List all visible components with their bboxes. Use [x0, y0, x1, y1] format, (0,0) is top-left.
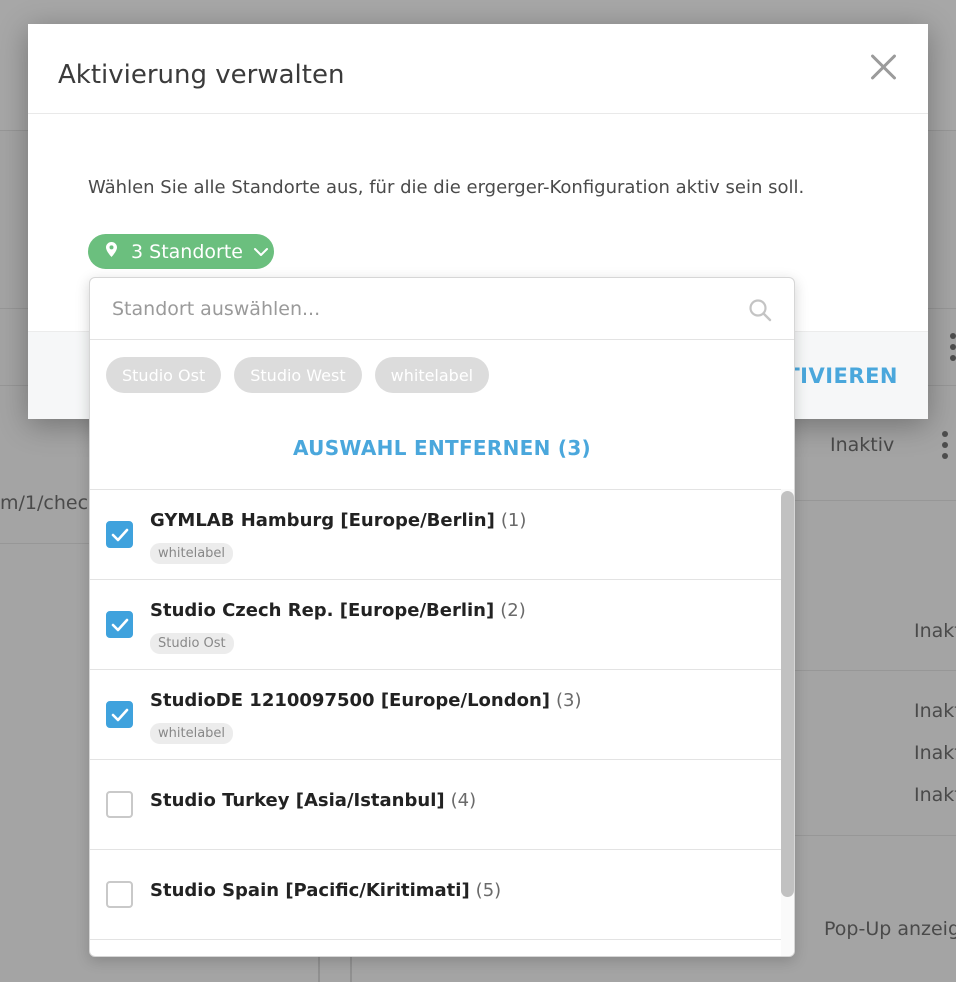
background-status: Inakt: [914, 620, 956, 642]
list-item[interactable]: GYMLAB Hamburg [Europe/Berlin] (1) whitel…: [90, 490, 781, 580]
item-label: Studio Spain [Pacific/Kiritimati] (5): [150, 880, 501, 901]
item-name: Studio Spain [Pacific/Kiritimati]: [150, 880, 470, 901]
checkbox-unchecked[interactable]: [106, 881, 133, 908]
modal-header: Aktivierung verwalten: [28, 24, 928, 114]
item-name: Studio Czech Rep. [Europe/Berlin]: [150, 600, 495, 621]
locations-button-label: 3 Standorte: [131, 240, 243, 263]
checkbox-checked[interactable]: [106, 521, 133, 548]
location-group-chips: Studio Ost Studio West whitelabel: [106, 357, 490, 393]
location-search-input[interactable]: [90, 278, 794, 340]
background-divider: [795, 670, 956, 671]
item-name: Studio Turkey [Asia/Istanbul]: [150, 790, 445, 811]
background-popup-label: Pop-Up anzeig: [824, 918, 956, 940]
item-label: GYMLAB Hamburg [Europe/Berlin] (1): [150, 510, 526, 531]
more-options-icon[interactable]: [950, 333, 956, 366]
chevron-down-icon: [253, 244, 269, 260]
item-name: GYMLAB Hamburg [Europe/Berlin]: [150, 510, 495, 531]
check-icon: [111, 618, 129, 632]
background-status: Inakt: [914, 742, 956, 764]
background-divider: [795, 500, 956, 501]
close-icon[interactable]: [868, 52, 898, 82]
item-number: (4): [450, 790, 477, 811]
remove-selection-button[interactable]: AUSWAHL ENTFERNEN (3): [90, 436, 794, 460]
background-divider: [350, 955, 352, 982]
map-pin-icon: [106, 241, 117, 257]
check-icon: [111, 708, 129, 722]
background-divider: [0, 543, 90, 544]
location-list: GYMLAB Hamburg [Europe/Berlin] (1) whitel…: [90, 489, 781, 956]
background-status: Inaktiv: [830, 434, 895, 456]
modal-title: Aktivierung verwalten: [58, 60, 345, 90]
chip-studio-west[interactable]: Studio West: [234, 357, 362, 393]
item-number: (5): [475, 880, 502, 901]
item-label: Studio Turkey [Asia/Istanbul] (4): [150, 790, 476, 811]
list-item[interactable]: Studio Turkey [Asia/Istanbul] (4): [90, 760, 781, 850]
chip-whitelabel[interactable]: whitelabel: [374, 357, 490, 393]
background-link-text: m/1/check: [0, 492, 100, 514]
background-divider: [318, 955, 320, 982]
item-tag: whitelabel: [150, 723, 234, 744]
list-item[interactable]: Studio Spain [Pacific/Kiritimati] (5): [90, 850, 781, 940]
search-icon: [748, 298, 772, 322]
item-label: Studio Czech Rep. [Europe/Berlin] (2): [150, 600, 526, 621]
checkbox-checked[interactable]: [106, 611, 133, 638]
item-number: (1): [500, 510, 527, 531]
list-item[interactable]: Studio Czech Rep. [Europe/Berlin] (2) Stu…: [90, 580, 781, 670]
item-number: (2): [500, 600, 526, 621]
background-divider: [795, 835, 956, 836]
search-row: [90, 278, 794, 340]
chip-studio-ost[interactable]: Studio Ost: [106, 357, 222, 393]
list-item[interactable]: StudioDE 1210097500 [Europe/London] (3) w…: [90, 670, 781, 760]
item-label: StudioDE 1210097500 [Europe/London] (3): [150, 690, 582, 711]
locations-dropdown-button[interactable]: 3 Standorte: [88, 234, 274, 269]
more-options-icon[interactable]: [942, 431, 948, 464]
background-status: Inakt: [914, 784, 956, 806]
check-icon: [111, 528, 129, 542]
locations-dropdown: Studio Ost Studio West whitelabel AUSWAH…: [89, 277, 795, 957]
modal-description: Wählen Sie alle Standorte aus, für die d…: [88, 177, 805, 198]
item-number: (3): [556, 690, 582, 711]
item-name: StudioDE 1210097500 [Europe/London]: [150, 690, 551, 711]
checkbox-unchecked[interactable]: [106, 791, 133, 818]
background-status: Inakt: [914, 700, 956, 722]
list-scrollbar[interactable]: [781, 489, 794, 956]
checkbox-checked[interactable]: [106, 701, 133, 728]
item-tag: Studio Ost: [150, 633, 234, 654]
scrollbar-thumb[interactable]: [781, 491, 794, 897]
item-tag: whitelabel: [150, 543, 234, 564]
